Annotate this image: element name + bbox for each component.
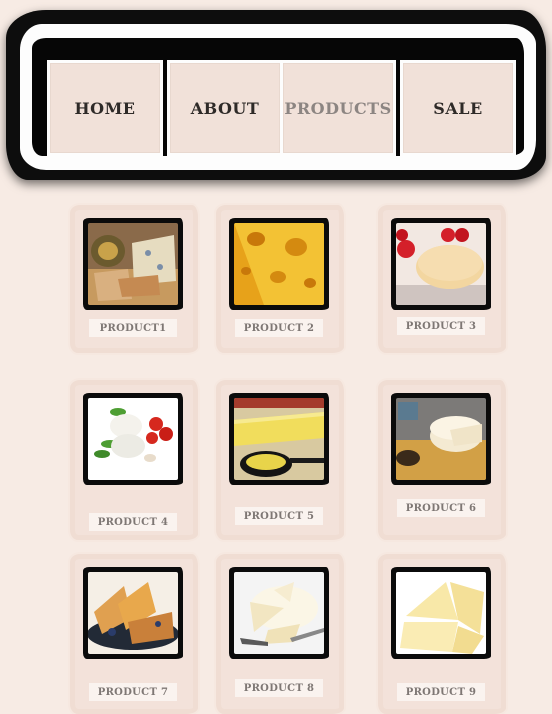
product-thumbnail[interactable] bbox=[83, 218, 183, 310]
cheese-skillet-image bbox=[234, 398, 324, 480]
product-label: PRODUCT 2 bbox=[235, 319, 323, 337]
nav-frame: HOME ABOUT PRODUCTS SALE bbox=[6, 10, 546, 180]
product-card-9[interactable]: PRODUCT 9 bbox=[378, 554, 506, 714]
product-card-3[interactable]: PRODUCT 3 bbox=[378, 205, 506, 353]
nav-bar: HOME ABOUT PRODUCTS SALE bbox=[32, 38, 524, 156]
product-label: PRODUCT 8 bbox=[235, 679, 323, 697]
product-card-7[interactable]: PRODUCT 7 bbox=[70, 554, 198, 714]
nav-item-sale[interactable]: SALE bbox=[400, 60, 516, 156]
cheese-wedges-image bbox=[396, 572, 486, 654]
product-card-1[interactable]: PRODUCT1 bbox=[70, 205, 198, 353]
product-card-8[interactable]: PRODUCT 8 bbox=[216, 554, 344, 714]
product-card-4[interactable]: PRODUCT 4 bbox=[70, 380, 198, 540]
product-thumbnail[interactable] bbox=[391, 567, 491, 659]
nav-frame-border: HOME ABOUT PRODUCTS SALE bbox=[20, 24, 536, 170]
product-label: PRODUCT 7 bbox=[89, 683, 177, 701]
product-thumbnail[interactable] bbox=[391, 218, 491, 310]
product-thumbnail[interactable] bbox=[83, 393, 183, 485]
cheese-wheel-image bbox=[396, 398, 486, 480]
swiss-cheese-image bbox=[234, 223, 324, 305]
nav-item-about[interactable]: ABOUT bbox=[167, 60, 283, 156]
cheese-strawberry-image bbox=[396, 223, 486, 305]
product-label: PRODUCT 4 bbox=[89, 513, 177, 531]
product-card-2[interactable]: PRODUCT 2 bbox=[216, 205, 344, 353]
product-thumbnail[interactable] bbox=[83, 567, 183, 659]
cheese-pasta-image bbox=[88, 572, 178, 654]
nav-item-products[interactable]: PRODUCTS bbox=[280, 60, 396, 156]
product-thumbnail[interactable] bbox=[229, 567, 329, 659]
nav-item-home[interactable]: HOME bbox=[47, 60, 163, 156]
brie-knife-image bbox=[234, 572, 324, 654]
product-label: PRODUCT 5 bbox=[235, 507, 323, 525]
product-label: PRODUCT1 bbox=[89, 319, 177, 337]
product-card-6[interactable]: PRODUCT 6 bbox=[378, 380, 506, 540]
product-label: PRODUCT 6 bbox=[397, 499, 485, 517]
product-thumbnail[interactable] bbox=[229, 393, 329, 485]
product-card-5[interactable]: PRODUCT 5 bbox=[216, 380, 344, 540]
product-thumbnail[interactable] bbox=[391, 393, 491, 485]
mozzarella-tomato-image bbox=[88, 398, 178, 480]
product-thumbnail[interactable] bbox=[229, 218, 329, 310]
cheese-board-image bbox=[88, 223, 178, 305]
product-label: PRODUCT 3 bbox=[397, 317, 485, 335]
product-label: PRODUCT 9 bbox=[397, 683, 485, 701]
